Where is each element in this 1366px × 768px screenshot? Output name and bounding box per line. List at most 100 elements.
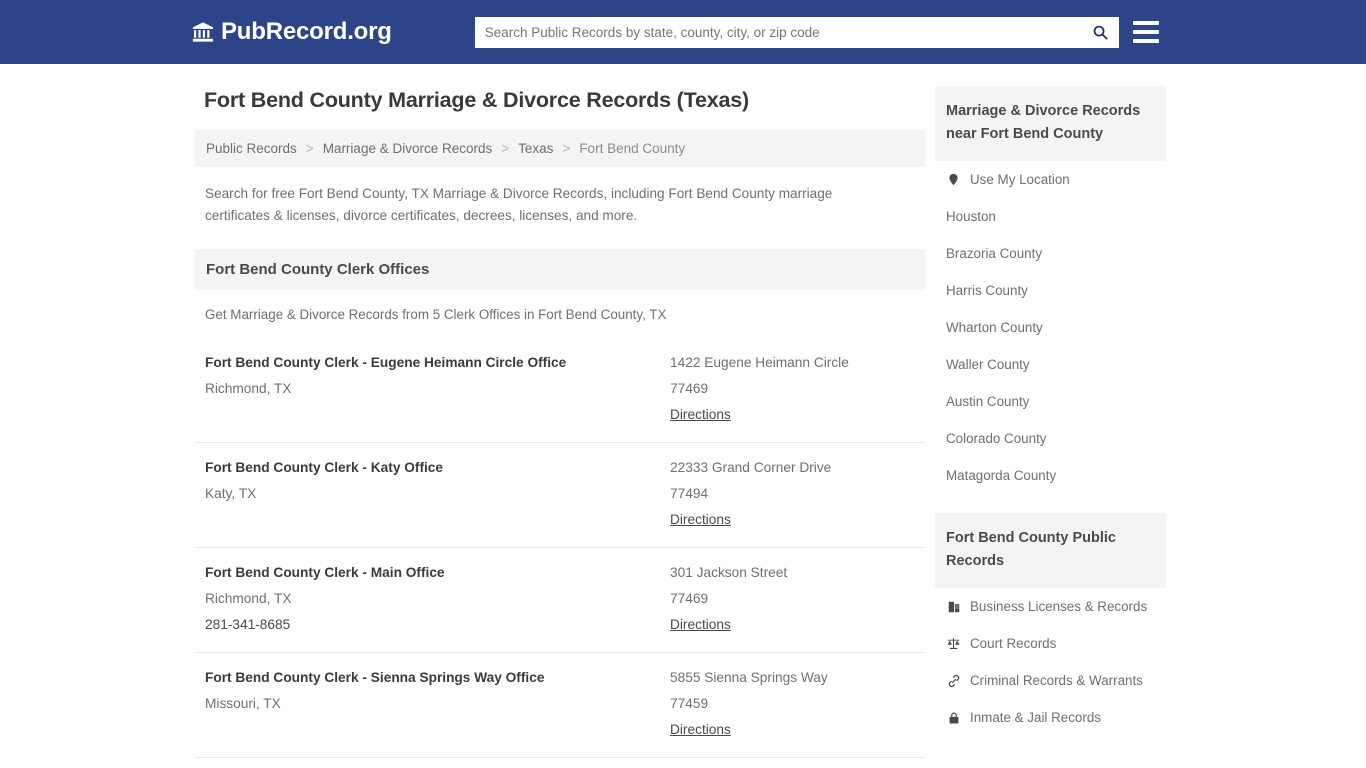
list-item: Waller County	[935, 346, 1166, 383]
map-pin-icon	[946, 172, 961, 187]
sidebar-item-label: Court Records	[970, 636, 1057, 651]
breadcrumb-separator: >	[305, 141, 314, 156]
menu-bar-2	[1132, 30, 1159, 34]
sidebar-public-records-list: Business Licenses & Records Court Record…	[935, 588, 1166, 736]
office-details: Fort Bend County Clerk - Main Office Ric…	[205, 560, 670, 638]
link-chain-icon	[946, 673, 961, 688]
office-zip: 77459	[670, 696, 709, 711]
office-name-link[interactable]: Fort Bend County Clerk - Katy Office	[205, 455, 670, 481]
sidebar-item-label: Inmate & Jail Records	[970, 710, 1101, 725]
list-item: Use My Location	[935, 161, 1166, 198]
office-street: 1422 Eugene Heimann Circle	[670, 355, 849, 370]
breadcrumb-item-texas[interactable]: Texas	[518, 141, 553, 156]
office-city: Richmond, TX	[205, 591, 292, 606]
office-address: 1422 Eugene Heimann Circle 77469 Directi…	[670, 350, 915, 428]
sidebar-nearby-list: Use My Location Houston Brazoria County …	[935, 161, 1166, 494]
sidebar-item-label: Colorado County	[946, 431, 1047, 446]
table-row: Fort Bend County Clerk - Sienna Springs …	[195, 652, 925, 757]
site-header: PubRecord.org	[0, 0, 1366, 64]
list-item: Houston	[935, 198, 1166, 235]
sidebar-item-label: Harris County	[946, 283, 1028, 298]
search-button[interactable]	[1083, 17, 1119, 48]
sidebar-nearby-heading: Marriage & Divorce Records near Fort Ben…	[946, 103, 1141, 142]
sidebar-item-label: Austin County	[946, 394, 1030, 409]
sidebar-item-wharton-county[interactable]: Wharton County	[935, 309, 1166, 346]
site-logo-text: PubRecord.org	[221, 18, 392, 45]
search-input[interactable]	[474, 16, 1083, 48]
breadcrumb-separator: >	[562, 141, 571, 156]
office-details: Fort Bend County Clerk - Eugene Heimann …	[205, 350, 670, 428]
breadcrumb-band: Public Records > Marriage & Divorce Reco…	[195, 130, 925, 167]
sidebar-item-court-records[interactable]: Court Records	[935, 625, 1166, 662]
sidebar-item-business-licenses-records[interactable]: Business Licenses & Records	[935, 588, 1166, 625]
sidebar-item-label: Matagorda County	[946, 468, 1057, 483]
list-item: Brazoria County	[935, 235, 1166, 272]
office-zip: 77494	[670, 486, 709, 501]
sidebar-divider-spacer	[935, 494, 1166, 513]
breadcrumb-item-fort-bend-county: Fort Bend County	[579, 141, 686, 156]
menu-bar-3	[1132, 39, 1159, 43]
search-bar[interactable]	[474, 16, 1119, 48]
list-item: Criminal Records & Warrants	[935, 662, 1166, 699]
list-item: Matagorda County	[935, 457, 1166, 494]
office-city: Missouri, TX	[205, 696, 281, 711]
sidebar-item-austin-county[interactable]: Austin County	[935, 383, 1166, 420]
breadcrumb-item-marriage-divorce-records[interactable]: Marriage & Divorce Records	[323, 141, 493, 156]
table-row: Fort Bend County Clerk - Texas Parkway O…	[195, 757, 925, 768]
table-row: Fort Bend County Clerk - Katy Office Kat…	[195, 442, 925, 547]
sidebar-public-records-heading: Fort Bend County Public Records	[946, 530, 1116, 569]
list-item: Business Licenses & Records	[935, 588, 1166, 625]
office-details: Fort Bend County Clerk - Katy Office Kat…	[205, 455, 670, 533]
table-row: Fort Bend County Clerk - Main Office Ric…	[195, 547, 925, 652]
directions-link[interactable]: Directions	[670, 612, 731, 638]
sidebar-item-label: Criminal Records & Warrants	[970, 673, 1143, 688]
directions-link[interactable]: Directions	[670, 507, 731, 533]
office-city: Katy, TX	[205, 486, 257, 501]
office-zip: 77469	[670, 591, 709, 606]
clerk-offices-heading: Fort Bend County Clerk Offices	[206, 261, 430, 278]
sidebar-item-brazoria-county[interactable]: Brazoria County	[935, 235, 1166, 272]
sidebar-item-use-my-location[interactable]: Use My Location	[935, 161, 1166, 198]
sidebar-item-criminal-records-warrants[interactable]: Criminal Records & Warrants	[935, 662, 1166, 699]
sidebar-item-matagorda-county[interactable]: Matagorda County	[935, 457, 1166, 494]
list-item: Inmate & Jail Records	[935, 699, 1166, 736]
sidebar-item-label: Business Licenses & Records	[970, 599, 1148, 614]
sidebar-item-harris-county[interactable]: Harris County	[935, 272, 1166, 309]
office-zip: 77469	[670, 381, 709, 396]
office-street: 22333 Grand Corner Drive	[670, 460, 832, 475]
office-details: Fort Bend County Clerk - Sienna Springs …	[205, 665, 670, 743]
page-intro-text: Search for free Fort Bend County, TX Mar…	[205, 186, 833, 223]
office-address: 22333 Grand Corner Drive 77494 Direction…	[670, 455, 915, 533]
sidebar-item-waller-county[interactable]: Waller County	[935, 346, 1166, 383]
site-logo-link[interactable]: PubRecord.org	[192, 18, 392, 46]
sidebar-item-colorado-county[interactable]: Colorado County	[935, 420, 1166, 457]
list-item: Court Records	[935, 625, 1166, 662]
office-name-link[interactable]: Fort Bend County Clerk - Sienna Springs …	[205, 665, 670, 691]
search-icon	[1092, 24, 1109, 41]
breadcrumb: Public Records > Marriage & Divorce Reco…	[206, 141, 914, 156]
sidebar-item-inmate-jail-records[interactable]: Inmate & Jail Records	[935, 699, 1166, 736]
bank-institution-icon	[192, 21, 214, 43]
sidebar-item-houston[interactable]: Houston	[935, 198, 1166, 235]
office-street: 5855 Sienna Springs Way	[670, 670, 828, 685]
list-item: Wharton County	[935, 309, 1166, 346]
breadcrumb-separator: >	[501, 141, 510, 156]
directions-link[interactable]: Directions	[670, 717, 731, 743]
office-address: 5855 Sienna Springs Way 77459 Directions	[670, 665, 915, 743]
scales-of-justice-icon	[946, 636, 961, 651]
sidebar-nearby-heading-box: Marriage & Divorce Records near Fort Ben…	[935, 86, 1166, 161]
clerk-offices-note: Get Marriage & Divorce Records from 5 Cl…	[205, 307, 667, 322]
office-name-link[interactable]: Fort Bend County Clerk - Main Office	[205, 560, 670, 586]
sidebar-public-records-heading-box: Fort Bend County Public Records	[935, 513, 1166, 588]
briefcase-icon	[946, 599, 961, 614]
directions-link[interactable]: Directions	[670, 402, 731, 428]
hamburger-menu-icon[interactable]	[1132, 21, 1159, 43]
office-name-link[interactable]: Fort Bend County Clerk - Eugene Heimann …	[205, 350, 670, 376]
sidebar-item-label: Use My Location	[970, 172, 1070, 187]
office-city: Richmond, TX	[205, 381, 292, 396]
padlock-icon	[946, 710, 961, 725]
header-right-group	[474, 16, 1159, 48]
sidebar-item-label: Wharton County	[946, 320, 1043, 335]
breadcrumb-item-public-records[interactable]: Public Records	[206, 141, 297, 156]
office-address: 301 Jackson Street 77469 Directions	[670, 560, 915, 638]
